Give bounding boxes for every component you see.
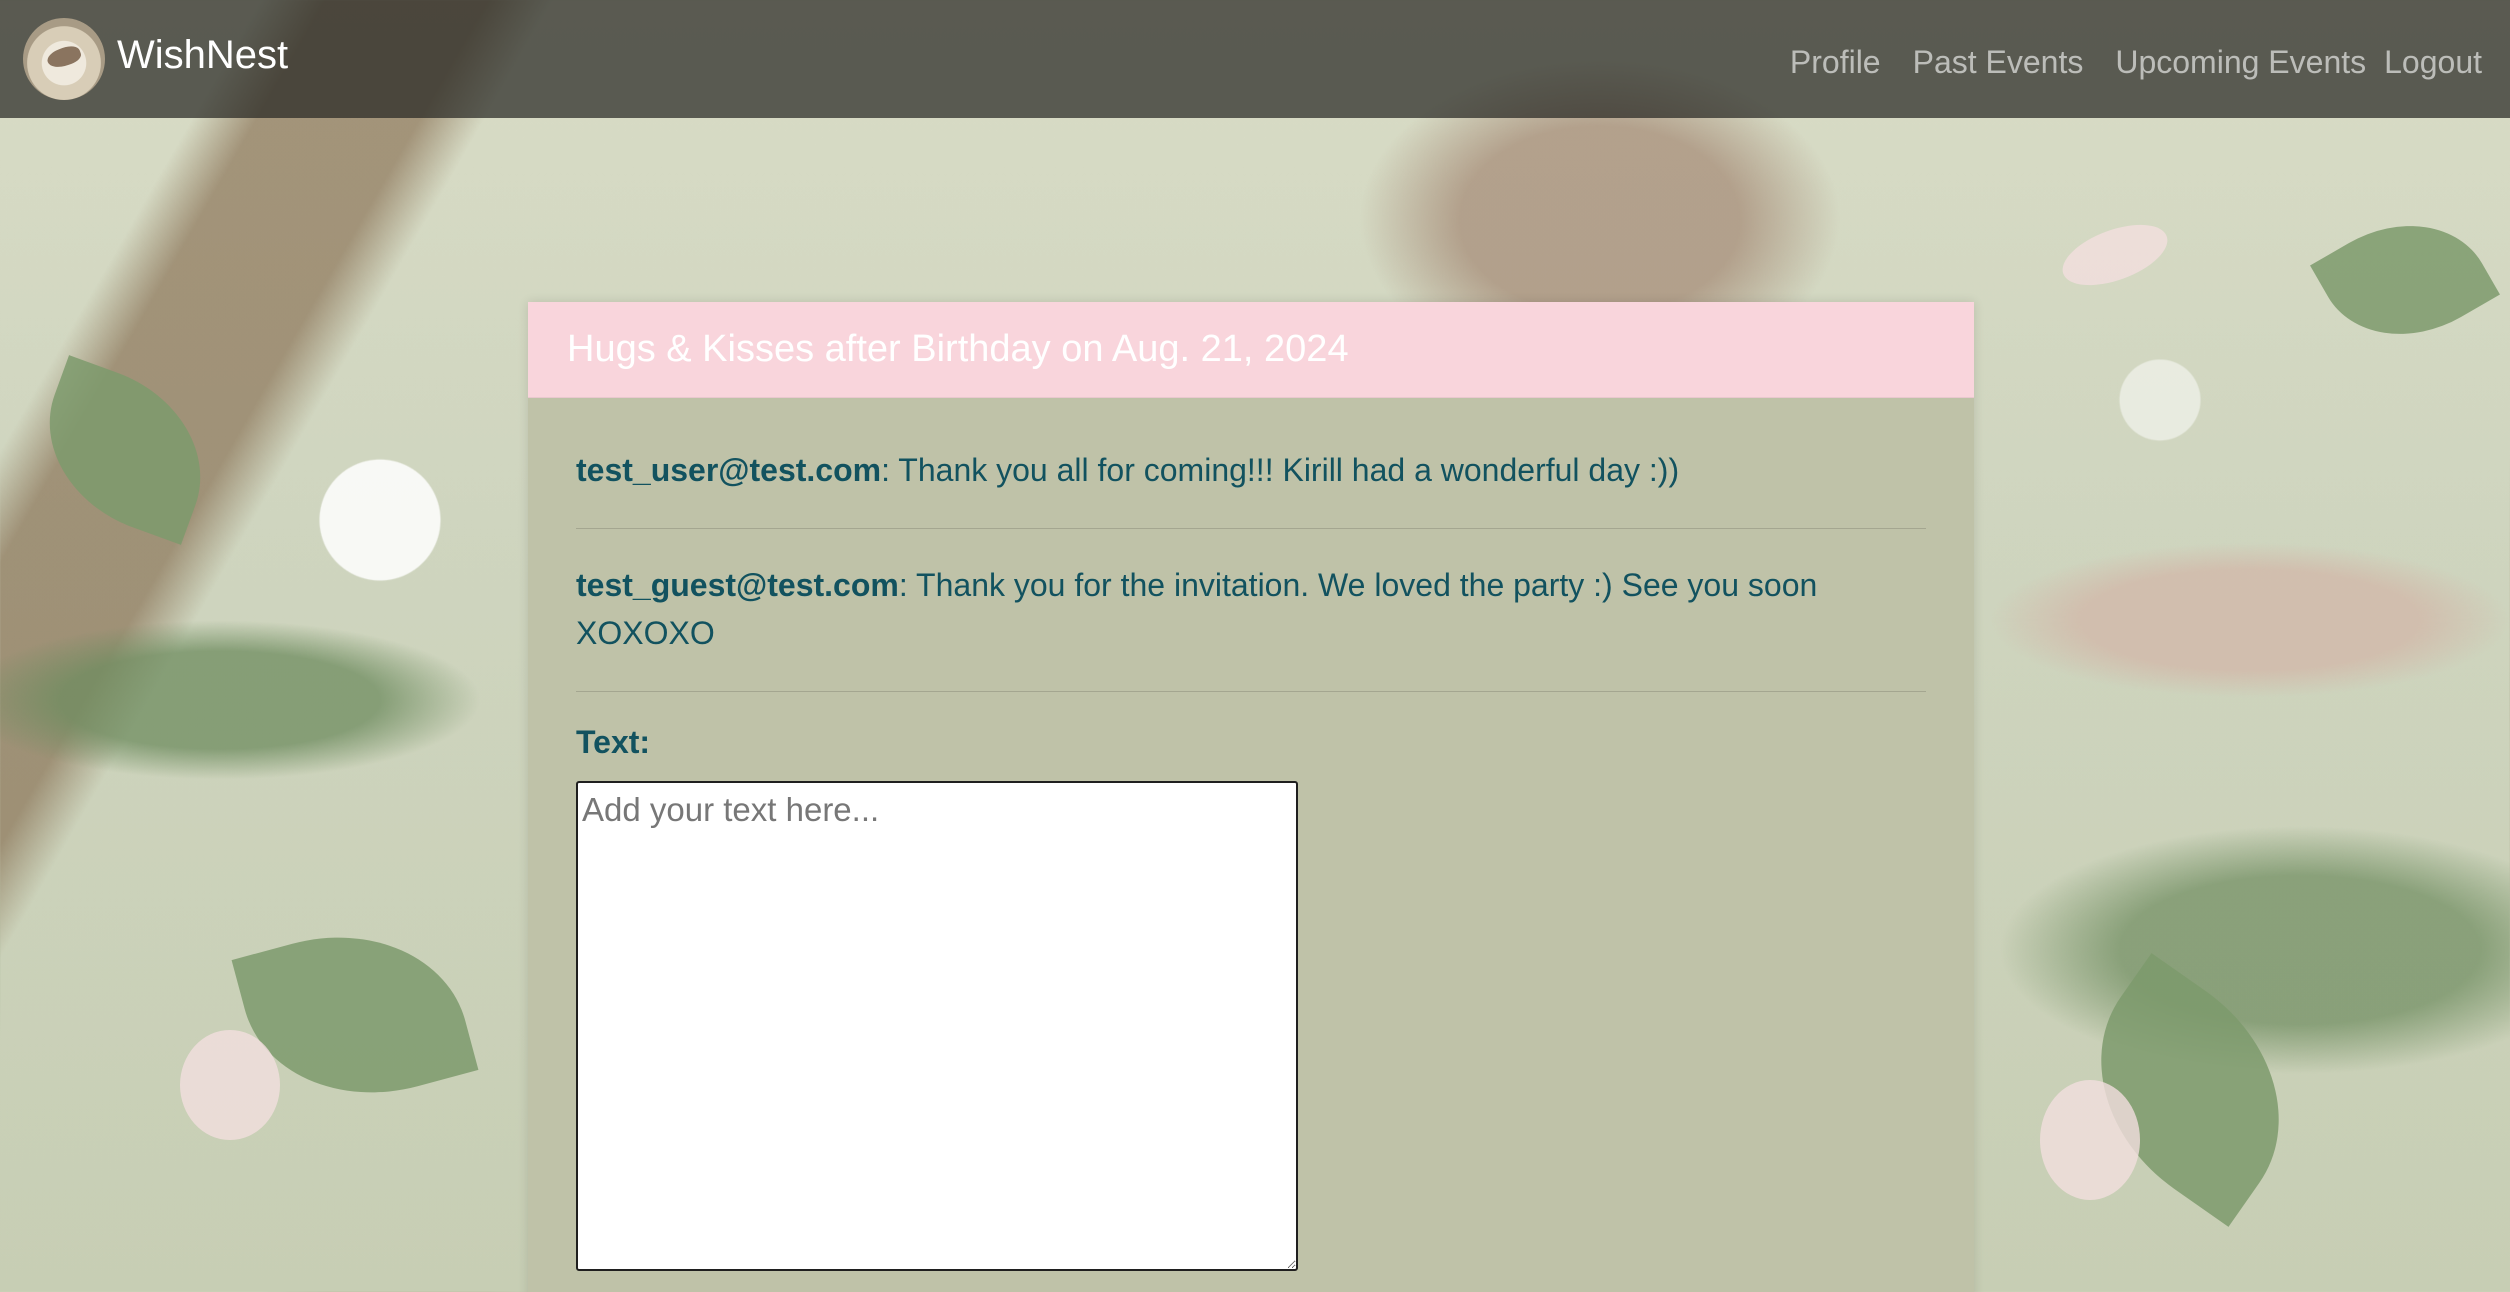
nav-profile-link[interactable]: Profile bbox=[1790, 44, 1881, 81]
nav-upcoming-events-link[interactable]: Upcoming Events bbox=[2115, 44, 2366, 81]
background-leaf bbox=[2310, 190, 2500, 370]
nav-logout-link[interactable]: Logout bbox=[2384, 44, 2482, 81]
card-header: Hugs & Kisses after Birthday on Aug. 21,… bbox=[528, 302, 1974, 398]
nav-past-events-link[interactable]: Past Events bbox=[1913, 44, 2084, 81]
background-petal bbox=[180, 1030, 280, 1140]
message-item: test_user@test.com: Thank you all for co… bbox=[576, 446, 1926, 529]
message-item: test_guest@test.com: Thank you for the i… bbox=[576, 561, 1926, 692]
nav-links: Profile Past Events Upcoming Events Logo… bbox=[1758, 44, 2482, 81]
brand-name: WishNest bbox=[117, 32, 289, 77]
message-text: : Thank you all for coming!!! Kirill had… bbox=[881, 452, 1680, 488]
card-body: test_user@test.com: Thank you all for co… bbox=[528, 398, 1974, 1271]
text-field-label: Text: bbox=[576, 724, 651, 760]
background-leaf bbox=[21, 355, 229, 545]
event-title: Hugs & Kisses after Birthday on Aug. 21,… bbox=[567, 328, 1349, 370]
message-author: test_user@test.com bbox=[576, 452, 882, 488]
message-textarea[interactable] bbox=[576, 781, 1298, 1271]
bird-nest-logo-icon bbox=[23, 18, 105, 100]
brand-link[interactable]: WishNest bbox=[23, 18, 288, 100]
top-navbar: WishNest Profile Past Events Upcoming Ev… bbox=[0, 0, 2510, 118]
background-petal bbox=[2040, 1080, 2140, 1200]
background-petal bbox=[2054, 212, 2176, 298]
message-author: test_guest@test.com bbox=[576, 567, 899, 603]
event-messages-card: Hugs & Kisses after Birthday on Aug. 21,… bbox=[528, 302, 1974, 1292]
